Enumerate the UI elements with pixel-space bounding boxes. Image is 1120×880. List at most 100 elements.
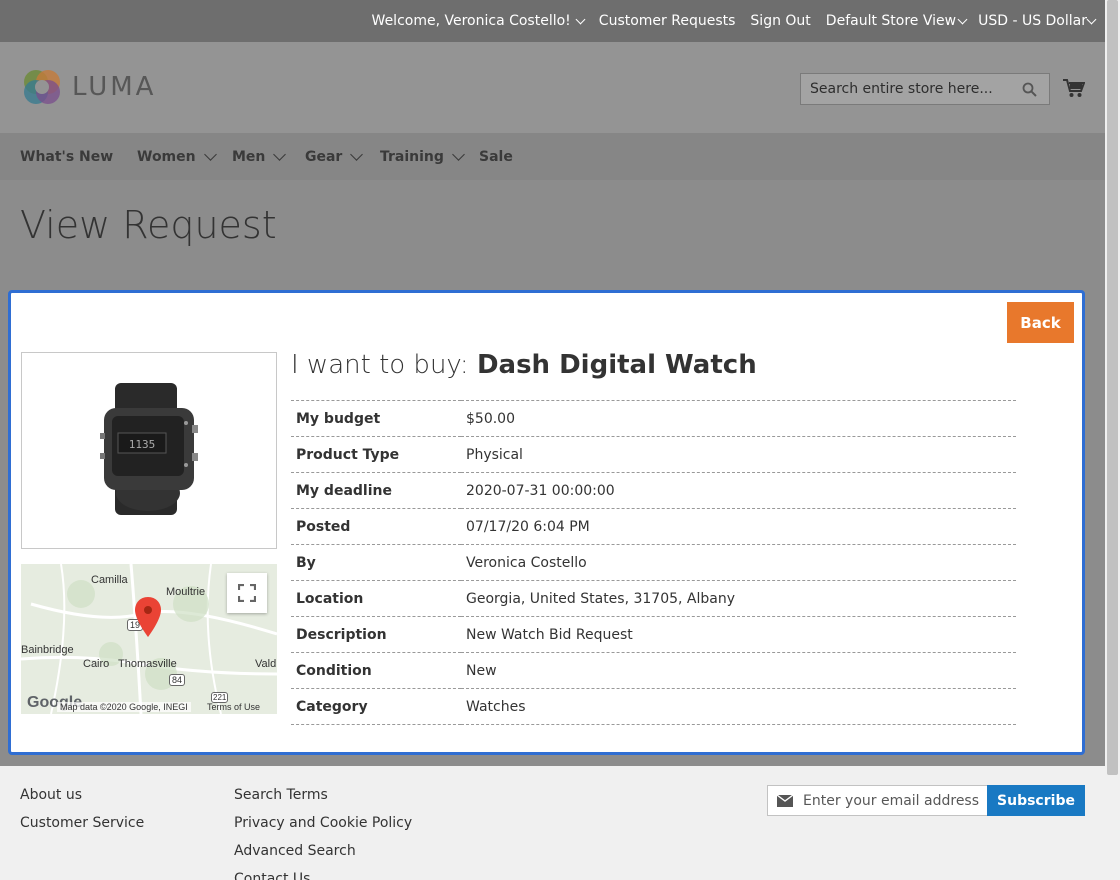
welcome-menu[interactable]: Welcome, Veronica Costello! — [371, 13, 586, 29]
luma-logo-icon — [24, 70, 60, 104]
table-row: Description New Watch Bid Request — [291, 617, 1016, 653]
request-details-table: My budget $50.00 Product Type Physical My … — [291, 400, 1016, 725]
chevron-down-icon — [575, 14, 586, 24]
cart-icon — [1063, 79, 1086, 97]
footer-links-col1: About us Customer Service — [20, 786, 144, 842]
back-button[interactable]: Back — [1007, 302, 1074, 343]
page-title: View Request — [20, 203, 277, 247]
detail-value: $50.00 — [466, 410, 515, 427]
top-bar: Welcome, Veronica Costello! Customer Req… — [0, 0, 1105, 42]
detail-key: Description — [296, 626, 387, 643]
detail-key: My budget — [296, 410, 381, 427]
main-navigation: What's New Women Men Gear Training Sale — [0, 133, 1105, 180]
map-label-valdosta: Vald — [255, 658, 277, 670]
detail-value: Physical — [466, 446, 523, 463]
route-84-shield: 84 — [169, 674, 186, 686]
detail-key: Condition — [296, 662, 372, 679]
location-map[interactable]: Camilla Moultrie Bainbridge Cairo Thomas… — [21, 564, 277, 714]
header-links: Welcome, Veronica Costello! Customer Req… — [357, 0, 1097, 42]
search-box — [800, 73, 1050, 105]
detail-value: 2020-07-31 00:00:00 — [466, 482, 615, 499]
store-view-switcher[interactable]: Default Store View — [825, 13, 968, 29]
search-icon[interactable] — [1022, 82, 1037, 97]
detail-value: Watches — [466, 698, 526, 715]
currency-switcher[interactable]: USD - US Dollar — [978, 13, 1097, 29]
nav-item-whats-new[interactable]: What's New — [20, 133, 113, 180]
chevron-down-icon — [957, 14, 968, 24]
nav-item-gear[interactable]: Gear — [305, 133, 364, 180]
sign-out-link[interactable]: Sign Out — [750, 13, 810, 29]
welcome-text: Welcome, Veronica Costello! — [371, 13, 571, 29]
product-image: 1135 — [21, 352, 277, 549]
watch-image-icon: 1135 — [100, 383, 198, 515]
scrollbar-thumb[interactable] — [1107, 0, 1118, 775]
detail-value: New — [466, 662, 497, 679]
search-input[interactable] — [801, 74, 1011, 104]
map-pin-icon[interactable] — [135, 597, 161, 637]
map-fullscreen-button[interactable] — [227, 573, 267, 613]
footer-link-privacy[interactable]: Privacy and Cookie Policy — [234, 814, 412, 842]
svg-text:1135: 1135 — [129, 438, 156, 451]
nav-item-women[interactable]: Women — [137, 133, 217, 180]
request-title-prefix: I want to buy: — [291, 350, 469, 380]
nav-label: Gear — [305, 148, 343, 165]
product-name: Dash Digital Watch — [476, 350, 757, 380]
fullscreen-icon — [238, 584, 256, 602]
detail-key: Location — [296, 590, 364, 607]
map-attribution: Map data ©2020 Google, INEGI — [57, 702, 191, 712]
map-label-bainbridge: Bainbridge — [21, 644, 74, 656]
map-label-moultrie: Moultrie — [166, 586, 206, 598]
newsletter-email-input[interactable] — [803, 786, 983, 815]
chevron-down-icon — [1086, 14, 1097, 24]
mini-cart[interactable] — [1063, 78, 1086, 102]
table-row: Location Georgia, United States, 31705, A… — [291, 581, 1016, 617]
footer — [0, 766, 1105, 880]
request-title: I want to buy: Dash Digital Watch — [291, 350, 757, 380]
nav-label: Training — [380, 148, 444, 165]
logo-text: LUMA — [72, 72, 157, 102]
map-terms-link[interactable]: Terms of Use — [207, 702, 260, 712]
footer-links-col2: Search Terms Privacy and Cookie Policy A… — [234, 786, 412, 880]
footer-link-search-terms[interactable]: Search Terms — [234, 786, 412, 814]
table-row: By Veronica Costello — [291, 545, 1016, 581]
footer-link-contact-us[interactable]: Contact Us — [234, 870, 412, 880]
map-label-cairo: Cairo — [83, 658, 110, 670]
footer-link-customer-service[interactable]: Customer Service — [20, 814, 144, 842]
map-label-camilla: Camilla — [91, 574, 128, 586]
table-row: Category Watches — [291, 689, 1016, 725]
newsletter-box — [767, 785, 988, 816]
map-label-thomasville: Thomasville — [118, 658, 177, 670]
detail-key: Product Type — [296, 446, 400, 463]
envelope-icon — [777, 795, 793, 807]
chevron-down-icon — [273, 148, 287, 161]
subscribe-button[interactable]: Subscribe — [987, 785, 1085, 816]
table-row: Posted 07/17/20 6:04 PM — [291, 509, 1016, 545]
table-row: My budget $50.00 — [291, 400, 1016, 437]
chevron-down-icon — [350, 148, 364, 161]
nav-item-training[interactable]: Training — [380, 133, 465, 180]
nav-label: Women — [137, 148, 196, 165]
nav-item-men[interactable]: Men — [232, 133, 287, 180]
detail-value: Veronica Costello — [466, 554, 587, 571]
table-row: Product Type Physical — [291, 437, 1016, 473]
nav-label: Men — [232, 148, 266, 165]
logo[interactable]: LUMA — [20, 65, 170, 109]
detail-key: By — [296, 554, 316, 571]
nav-label: Sale — [479, 148, 513, 165]
detail-key: My deadline — [296, 482, 392, 499]
store-view-label: Default Store View — [825, 13, 957, 29]
nav-label: What's New — [20, 148, 114, 165]
chevron-down-icon — [203, 148, 217, 161]
table-row: Condition New — [291, 653, 1016, 689]
currency-label: USD - US Dollar — [978, 13, 1087, 29]
footer-link-advanced-search[interactable]: Advanced Search — [234, 842, 412, 870]
detail-key: Posted — [296, 518, 351, 535]
footer-link-about-us[interactable]: About us — [20, 786, 144, 814]
table-row: My deadline 2020-07-31 00:00:00 — [291, 473, 1016, 509]
detail-value: New Watch Bid Request — [466, 626, 633, 643]
nav-item-sale[interactable]: Sale — [479, 133, 513, 180]
detail-key: Category — [296, 698, 368, 715]
customer-requests-link[interactable]: Customer Requests — [599, 13, 736, 29]
detail-value: 07/17/20 6:04 PM — [466, 518, 590, 535]
chevron-down-icon — [452, 148, 465, 161]
